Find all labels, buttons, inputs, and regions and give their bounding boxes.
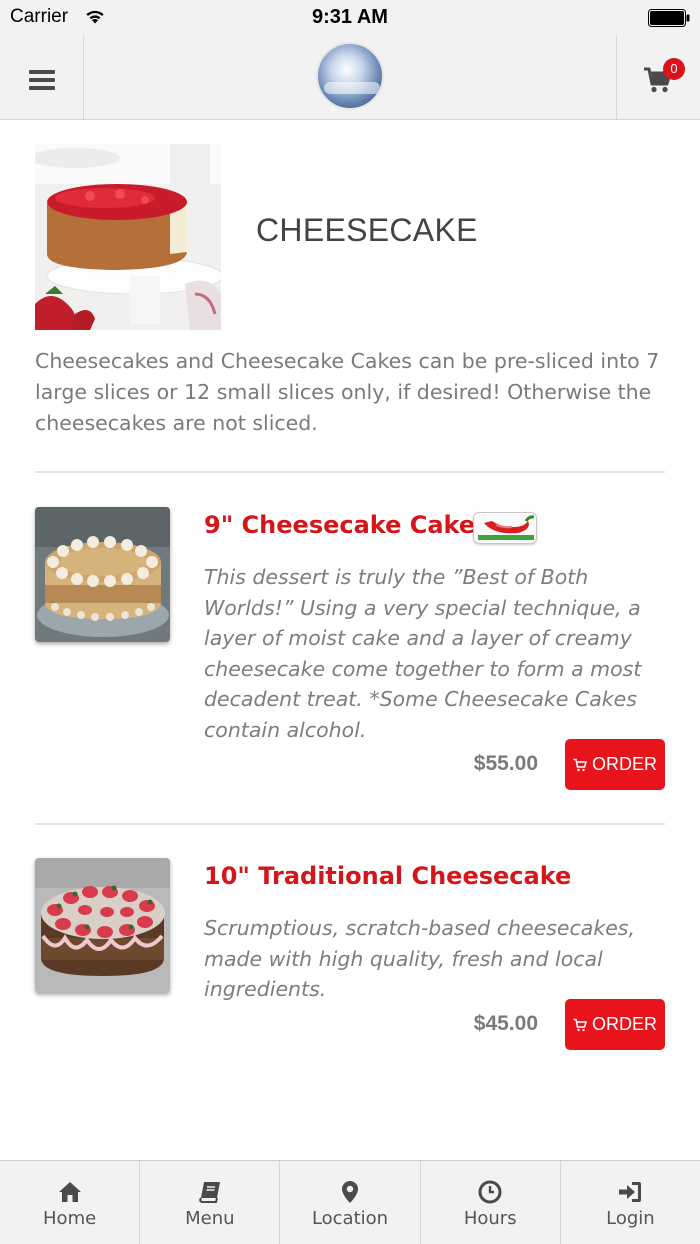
item-title[interactable]: 10" Traditional Cheesecake (204, 862, 571, 890)
item-badge (473, 512, 537, 544)
nav-location-label: Location (311, 1208, 389, 1229)
order-button-label: ORDER (591, 1014, 657, 1034)
category-title: CHEESECAKE (256, 212, 478, 248)
hamburger-icon-line (29, 86, 55, 90)
item-price: $45.00 (473, 1012, 538, 1035)
category-description: Cheesecakes and Cheesecake Cakes can be … (35, 349, 660, 435)
clock-time: 9:31 AM (312, 6, 388, 28)
item-description: Scrumptious, scratch-based cheesecakes, … (204, 916, 636, 1001)
book-icon (199, 1182, 220, 1203)
brand-logo[interactable] (316, 42, 384, 110)
nav-hours-label: Hours (463, 1208, 517, 1229)
nav-menu[interactable]: Menu (140, 1161, 281, 1244)
item-price: $55.00 (473, 752, 538, 775)
hamburger-menu-button[interactable] (0, 36, 84, 120)
cart-button[interactable]: 0 (616, 36, 700, 120)
hamburger-icon-line (29, 78, 55, 82)
section-divider (35, 471, 665, 473)
order-button-label: ORDER (591, 754, 657, 774)
nav-login[interactable]: Login (561, 1161, 700, 1244)
section-divider (35, 823, 665, 825)
nav-menu-label: Menu (185, 1208, 235, 1229)
app-header: 0 (0, 36, 700, 120)
nav-login-label: Login (606, 1208, 655, 1229)
nav-location[interactable]: Location (280, 1161, 421, 1244)
nav-home[interactable]: Home (0, 1161, 141, 1244)
cart-icon (573, 1018, 587, 1031)
cart-count-badge: 0 (663, 58, 685, 80)
map-pin-icon (342, 1181, 358, 1203)
item-description: This dessert is truly the ”Best of Both … (204, 565, 642, 742)
chili-pepper-icon (478, 515, 535, 540)
category-image (35, 144, 221, 330)
item-title[interactable]: 9" Cheesecake Cakes (204, 511, 489, 539)
bottom-nav: Home Menu Location Hours Login (0, 1160, 700, 1244)
status-bar: Carrier 9:31 AM (0, 0, 700, 36)
item-thumbnail[interactable] (35, 507, 170, 642)
battery-icon (648, 9, 690, 27)
home-icon (58, 1182, 81, 1202)
nav-hours[interactable]: Hours (421, 1161, 561, 1244)
clock-icon (478, 1180, 502, 1204)
cart-icon (573, 758, 587, 771)
login-icon (619, 1182, 642, 1202)
order-button[interactable]: ORDER (565, 999, 665, 1050)
item-thumbnail[interactable] (35, 858, 170, 993)
hamburger-icon (29, 70, 55, 74)
order-button[interactable]: ORDER (565, 739, 665, 790)
nav-home-label: Home (43, 1208, 97, 1229)
